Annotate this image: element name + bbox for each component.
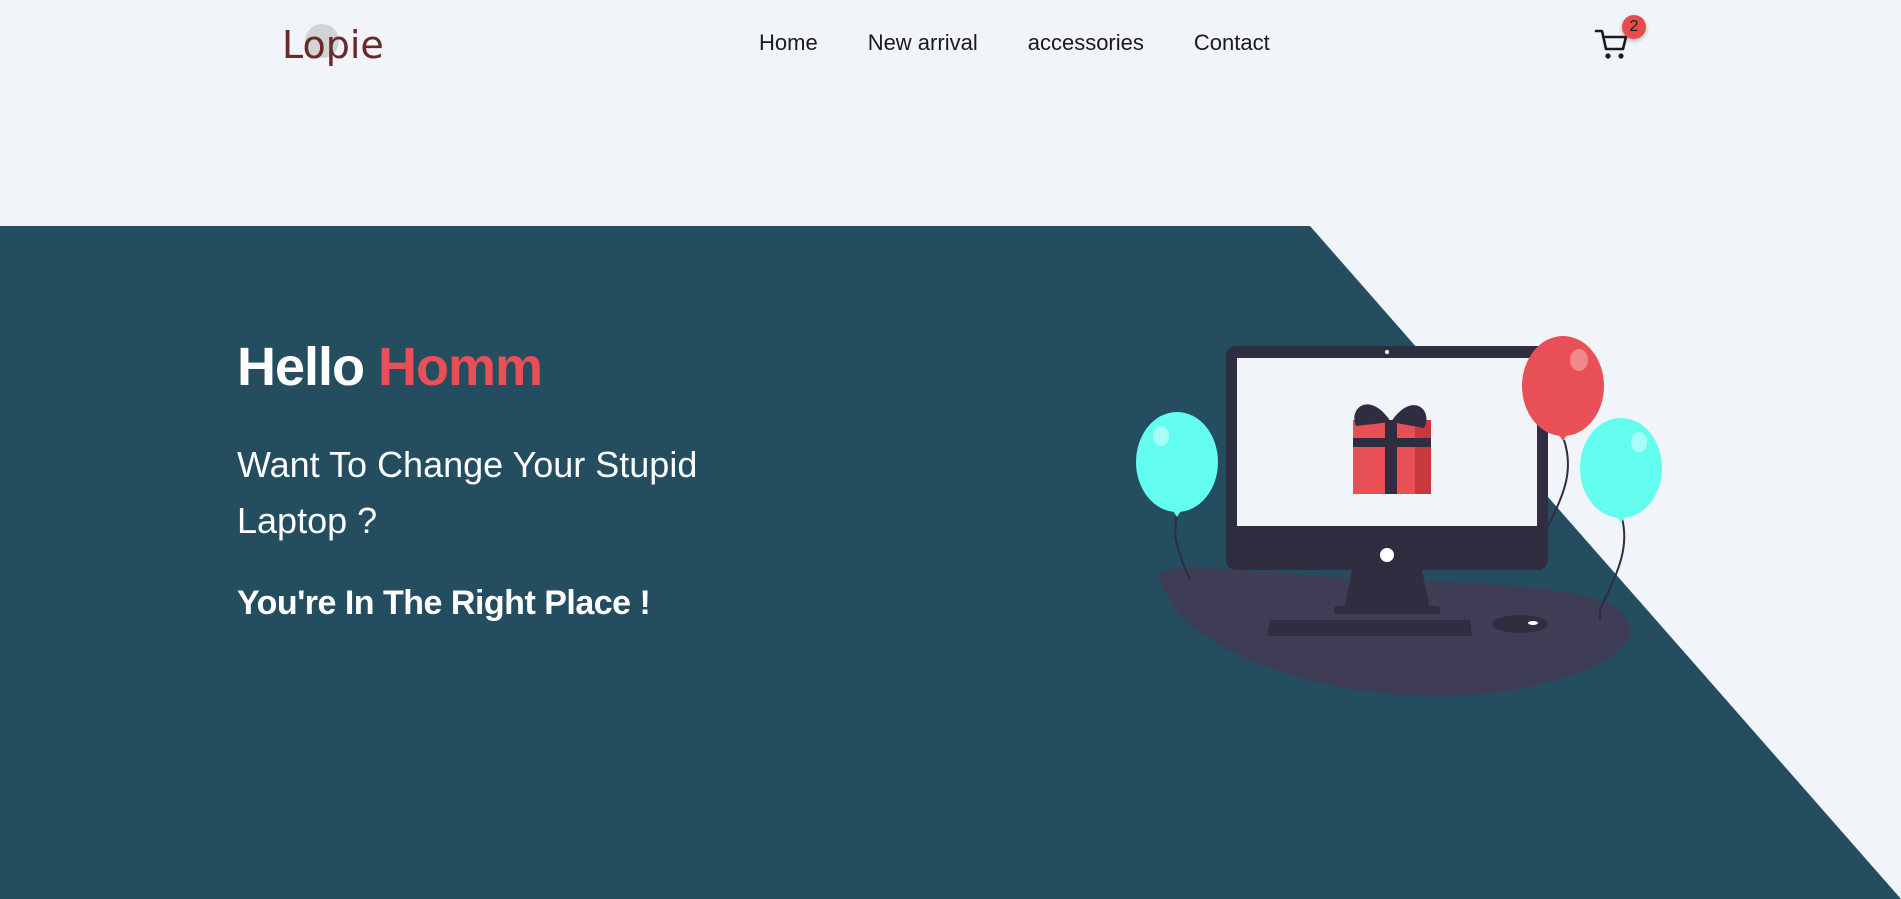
nav-item-accessories[interactable]: accessories: [1028, 25, 1144, 61]
landing-page: Lopie Home New arrival accessories Conta…: [0, 0, 1901, 899]
hero-title-lead: Hello: [237, 337, 379, 397]
balloon-right: [1580, 418, 1662, 518]
balloon-left: [1136, 412, 1218, 512]
mouse-light: [1528, 621, 1538, 625]
balloon-red-highlight: [1570, 349, 1588, 371]
monitor-button: [1380, 548, 1394, 562]
cart-count-badge: 2: [1622, 15, 1646, 39]
brand-logo[interactable]: Lopie: [282, 18, 384, 72]
nav-item-contact[interactable]: Contact: [1194, 25, 1270, 61]
logo-text: Lopie: [282, 23, 384, 67]
balloon-red: [1522, 336, 1604, 436]
balloon-red-knot: [1559, 435, 1567, 441]
gift-box-side: [1415, 420, 1431, 494]
nav-item-new-arrival[interactable]: New arrival: [868, 25, 978, 61]
gift-ribbon-horizontal: [1353, 438, 1431, 447]
hero-title: Hello Homm: [237, 332, 543, 402]
keyboard: [1267, 620, 1472, 636]
monitor-stand: [1344, 570, 1430, 610]
nav-item-home[interactable]: Home: [759, 25, 818, 61]
monitor-base: [1334, 606, 1440, 614]
mouse: [1492, 615, 1548, 633]
hero-tagline: You're In The Right Place !: [237, 584, 651, 622]
gift-ribbon-vertical: [1385, 420, 1397, 494]
main-nav: Home New arrival accessories Contact: [759, 25, 1320, 61]
balloon-left-knot: [1173, 511, 1181, 517]
hero-title-accent: Homm: [378, 337, 543, 397]
hero-illustration: [1136, 336, 1662, 697]
monitor-camera: [1385, 350, 1389, 354]
balloon-right-highlight: [1631, 432, 1647, 452]
balloon-left-highlight: [1153, 426, 1169, 446]
hero-subtitle: Want To Change Your Stupid Laptop ?: [237, 444, 698, 541]
